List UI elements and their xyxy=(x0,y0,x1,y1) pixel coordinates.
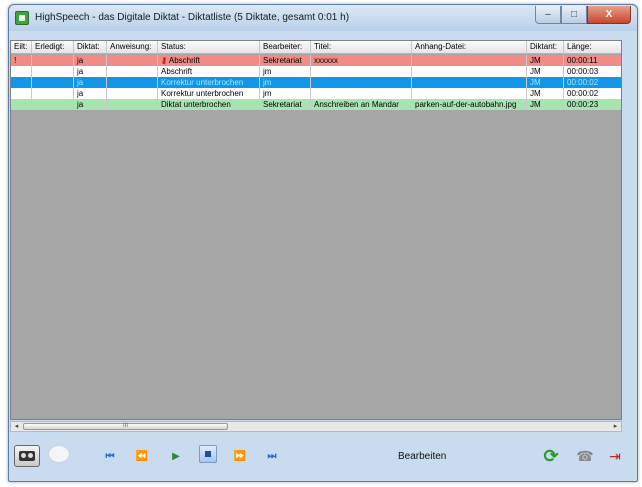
column-header-status[interactable]: Status: xyxy=(158,41,260,54)
urgent-mark: ! xyxy=(14,56,17,65)
column-header-laenge[interactable]: Länge: xyxy=(564,41,623,54)
column-header-anhang[interactable]: Anhang-Datei: xyxy=(412,41,527,54)
cell-status: Korrektur unterbrochen xyxy=(158,77,260,88)
cell-anweisung xyxy=(107,99,158,110)
cell-diktat: ja xyxy=(74,99,107,110)
stop-icon xyxy=(205,451,211,457)
cell-anweisung xyxy=(107,55,158,66)
cell-anhang xyxy=(412,88,527,99)
table-header: Eilt: Erledigt: Diktat: Anweisung: Statu… xyxy=(11,41,621,54)
refresh-icon[interactable]: ⟳ xyxy=(540,445,562,467)
scroll-right-button[interactable]: ▸ xyxy=(610,422,621,431)
cell-titel: xxxxxx xyxy=(311,55,412,66)
cell-anhang xyxy=(412,77,527,88)
table-row-selected[interactable]: ja Korrektur unterbrochen jm JM 00:00:02 xyxy=(11,77,621,88)
window-title: HighSpeech - das Digitale Diktat - Dikta… xyxy=(35,12,350,23)
cell-diktant: JM xyxy=(527,99,564,110)
close-button[interactable]: X xyxy=(587,6,631,24)
cell-anhang xyxy=(412,66,527,77)
cell-diktant: JM xyxy=(527,88,564,99)
column-header-diktat[interactable]: Diktat: xyxy=(74,41,107,54)
cell-diktant: JM xyxy=(527,55,564,66)
cell-laenge: 00:00:03 xyxy=(567,67,599,76)
cell-erledigt xyxy=(32,66,74,77)
speech-bubble-icon[interactable] xyxy=(48,445,70,463)
column-header-bearbeiter[interactable]: Bearbeiter: xyxy=(260,41,311,54)
cell-bearbeiter: jm xyxy=(260,88,311,99)
cell-anweisung xyxy=(107,88,158,99)
cell-diktat: ja xyxy=(74,77,107,88)
cell-anhang: parken-auf-der-autobahn.jpg xyxy=(412,99,527,110)
scrollbar-thumb[interactable]: III xyxy=(23,423,228,430)
cell-bearbeiter: Sekretariat xyxy=(260,99,311,110)
key-icon: ⚷ xyxy=(161,56,167,65)
skip-to-start-icon[interactable]: ⏮ xyxy=(102,445,118,467)
title-bar: HighSpeech - das Digitale Diktat - Dikta… xyxy=(9,5,637,31)
column-header-erledigt[interactable]: Erledigt: xyxy=(32,41,74,54)
cell-anweisung xyxy=(107,77,158,88)
cell-eilt xyxy=(11,99,32,110)
table-row[interactable]: ja Korrektur unterbrochen jm JM 00:00:02 xyxy=(11,88,621,99)
table-row[interactable]: ja Diktat unterbrochen Sekretariat Ansch… xyxy=(11,99,621,110)
cassette-icon xyxy=(19,451,35,461)
play-icon[interactable]: ▶ xyxy=(168,445,184,467)
cell-erledigt xyxy=(32,99,74,110)
cell-laenge: 00:00:23 xyxy=(567,100,599,109)
cell-anhang xyxy=(412,55,527,66)
cell-status: ⚷ Abschrift xyxy=(158,55,260,66)
cell-laenge: 00:00:02 xyxy=(567,78,599,87)
rewind-icon[interactable]: ⏪ xyxy=(134,445,150,467)
exit-icon[interactable]: ⇥ xyxy=(604,445,626,467)
cell-titel: Anschreiben an Mandar xyxy=(311,99,412,110)
cell-status: Abschrift xyxy=(158,66,260,77)
cell-status: Korrektur unterbrochen xyxy=(158,88,260,99)
cell-diktant: JM xyxy=(527,77,564,88)
table-row[interactable]: ja Abschrift jm JM 00:00:03 xyxy=(11,66,621,77)
minimize-button[interactable]: – xyxy=(535,6,561,24)
cell-bearbeiter: jm xyxy=(260,66,311,77)
cell-status: Diktat unterbrochen xyxy=(158,99,260,110)
skip-to-end-icon[interactable]: ⏭ xyxy=(264,445,280,467)
column-header-eilt[interactable]: Eilt: xyxy=(11,41,32,54)
cell-titel xyxy=(311,77,412,88)
cell-bearbeiter: Sekretariat xyxy=(260,55,311,66)
cell-titel xyxy=(311,66,412,77)
cell-eilt xyxy=(11,66,32,77)
cell-erledigt xyxy=(32,88,74,99)
cell-titel xyxy=(311,88,412,99)
cell-anweisung xyxy=(107,66,158,77)
phone-icon[interactable]: ☎ xyxy=(572,445,598,467)
cell-erledigt xyxy=(32,55,74,66)
window-controls: – □ X xyxy=(535,6,631,25)
table-row[interactable]: ! ja ⚷ Abschrift Sekretariat xxxxxx JM 00… xyxy=(11,55,621,66)
cell-diktant: JM xyxy=(527,66,564,77)
column-header-anweisung[interactable]: Anweisung: xyxy=(107,41,158,54)
player-toolbar: ⏮ ⏪ ▶ ⏩ ⏭ Bearbeiten ⟳ ☎ ⇥ xyxy=(10,436,622,476)
maximize-button[interactable]: □ xyxy=(561,6,587,24)
cell-erledigt xyxy=(32,77,74,88)
scroll-left-button[interactable]: ◂ xyxy=(11,422,22,431)
cell-bearbeiter: jm xyxy=(260,77,311,88)
cell-diktat: ja xyxy=(74,66,107,77)
column-header-diktant[interactable]: Diktant: xyxy=(527,41,564,54)
mode-label: Bearbeiten xyxy=(398,451,447,462)
cell-eilt xyxy=(11,88,32,99)
fast-forward-icon[interactable]: ⏩ xyxy=(232,445,248,467)
dictation-list[interactable]: Eilt: Erledigt: Diktat: Anweisung: Statu… xyxy=(10,40,622,420)
cassette-button[interactable] xyxy=(14,445,40,467)
cell-eilt xyxy=(11,77,32,88)
app-icon xyxy=(15,11,29,25)
column-header-titel[interactable]: Titel: xyxy=(311,41,412,54)
status-text: Abschrift xyxy=(168,56,200,65)
cell-laenge: 00:00:11 xyxy=(567,56,598,65)
cell-laenge: 00:00:02 xyxy=(567,89,599,98)
cell-diktat: ja xyxy=(74,55,107,66)
cell-diktat: ja xyxy=(74,88,107,99)
cell-eilt: ! xyxy=(11,55,32,66)
horizontal-scrollbar[interactable]: ◂ III ▸ xyxy=(10,421,622,432)
stop-button[interactable] xyxy=(199,445,217,463)
